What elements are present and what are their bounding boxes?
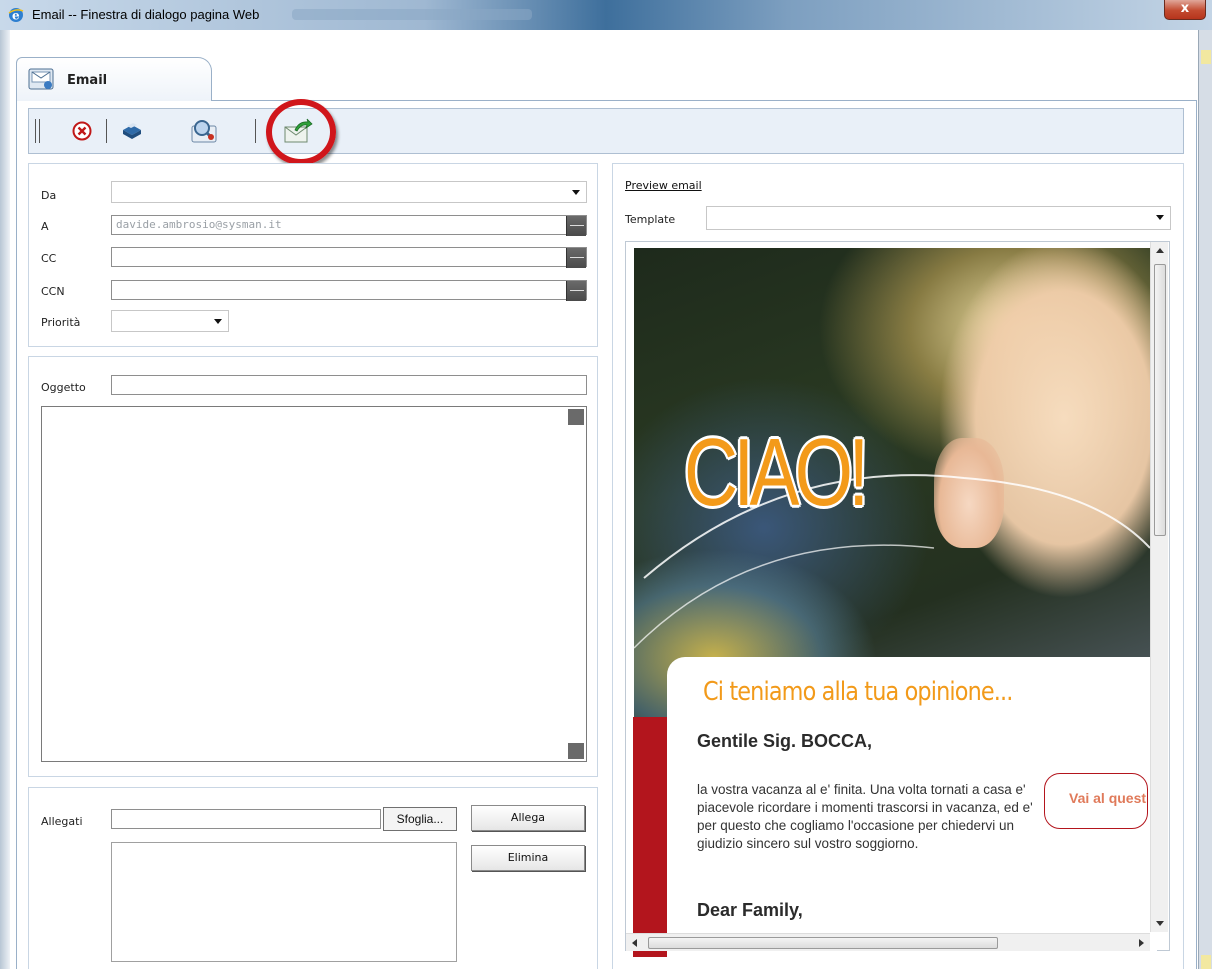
to-field[interactable]: davide.ambrosio@sysman.it [111, 215, 587, 236]
cancel-icon [72, 121, 92, 141]
toolbar-separator-2 [255, 119, 256, 143]
tab-email[interactable]: Email [16, 57, 212, 101]
priority-select[interactable] [111, 310, 229, 332]
tab-divider [211, 100, 1196, 101]
cancel-button[interactable] [65, 114, 99, 148]
email-tab-icon [28, 68, 54, 90]
toolbar-separator [106, 119, 107, 143]
content-border-left [16, 100, 17, 969]
preview-email-link[interactable]: Preview email [625, 179, 702, 192]
from-label: Da [41, 189, 57, 202]
attachment-file-input[interactable] [111, 809, 381, 829]
attachments-list[interactable] [111, 842, 457, 962]
content-border-right [1196, 100, 1197, 969]
email-headline: Ci teniamo alla tua opinione... [703, 677, 1013, 707]
attachments-label: Allegati [41, 815, 83, 828]
title-bar: e Email -- Finestra di dialogo pagina We… [0, 0, 1212, 30]
print-button[interactable] [115, 114, 149, 148]
scroll-up-arrow[interactable] [1201, 50, 1211, 64]
to-value: davide.ambrosio@sysman.it [116, 218, 282, 231]
message-panel: Oggetto [28, 356, 598, 777]
from-select[interactable] [111, 181, 587, 203]
internet-explorer-icon: e [8, 8, 24, 23]
toolbar-grip-2 [39, 119, 40, 143]
priority-label: Priorità [41, 316, 81, 329]
attach-button[interactable]: Allega [471, 805, 585, 831]
bcc-field[interactable] [111, 280, 587, 301]
attachments-panel: Allegati Sfoglia... Allega Elimina [28, 787, 598, 969]
template-label: Template [625, 213, 676, 226]
cc-address-book-button[interactable] [566, 248, 586, 268]
chevron-down-icon [572, 190, 580, 195]
search-contacts-button[interactable] [187, 114, 221, 148]
toolbar [28, 108, 1184, 154]
horizontal-scroll-thumb[interactable] [648, 937, 998, 949]
email-body-text: la vostra vacanza al e' finita. Una volt… [697, 782, 1033, 851]
window-title: Email -- Finestra di dialogo pagina Web [32, 7, 260, 22]
to-label: A [41, 220, 49, 233]
print-icon [123, 123, 141, 139]
delete-attachment-button[interactable]: Elimina [471, 845, 585, 871]
toolbar-grip [35, 119, 36, 143]
scroll-right-arrow[interactable] [1139, 939, 1144, 947]
scroll-up-arrow[interactable] [1156, 248, 1164, 253]
cc-label: CC [41, 252, 57, 265]
bcc-address-book-button[interactable] [566, 281, 586, 301]
vertical-scroll-thumb[interactable] [1154, 264, 1166, 536]
address-panel: Da A davide.ambrosio@sysman.it CC CCN Pr… [28, 163, 598, 347]
send-button-highlight-circle [266, 99, 336, 165]
close-window-button[interactable]: x [1164, 0, 1206, 20]
search-contacts-icon [191, 120, 217, 143]
email-greeting-english: Dear Family, [697, 900, 803, 920]
tab-email-label: Email [67, 73, 108, 88]
window-edge-left [0, 30, 10, 969]
cc-field[interactable] [111, 247, 587, 268]
subject-label: Oggetto [41, 381, 86, 394]
bcc-label: CCN [41, 285, 65, 298]
textarea-scroll-top[interactable] [568, 409, 584, 425]
brand-red-bar [633, 717, 667, 957]
scroll-down-arrow[interactable] [1156, 921, 1164, 926]
template-select[interactable] [706, 206, 1171, 230]
title-blur [292, 9, 532, 20]
textarea-scroll-bottom[interactable] [568, 743, 584, 759]
subject-input[interactable] [111, 375, 587, 395]
scroll-down-arrow[interactable] [1201, 955, 1211, 969]
browse-button[interactable]: Sfoglia... [383, 807, 457, 831]
preview-vertical-scrollbar[interactable] [1150, 242, 1168, 932]
to-address-book-button[interactable] [566, 216, 586, 236]
banner-ciao-text: CIAO! [684, 419, 869, 526]
questionnaire-button[interactable]: Vai al questionario [1044, 773, 1148, 829]
chevron-down-icon [1156, 215, 1164, 220]
page-scrollbar[interactable] [1198, 30, 1212, 969]
chevron-down-icon [214, 319, 222, 324]
scroll-left-arrow[interactable] [632, 939, 637, 947]
preview-horizontal-scrollbar[interactable] [626, 933, 1150, 951]
message-body-textarea[interactable] [41, 406, 587, 762]
email-greeting: Gentile Sig. BOCCA, [697, 731, 873, 751]
